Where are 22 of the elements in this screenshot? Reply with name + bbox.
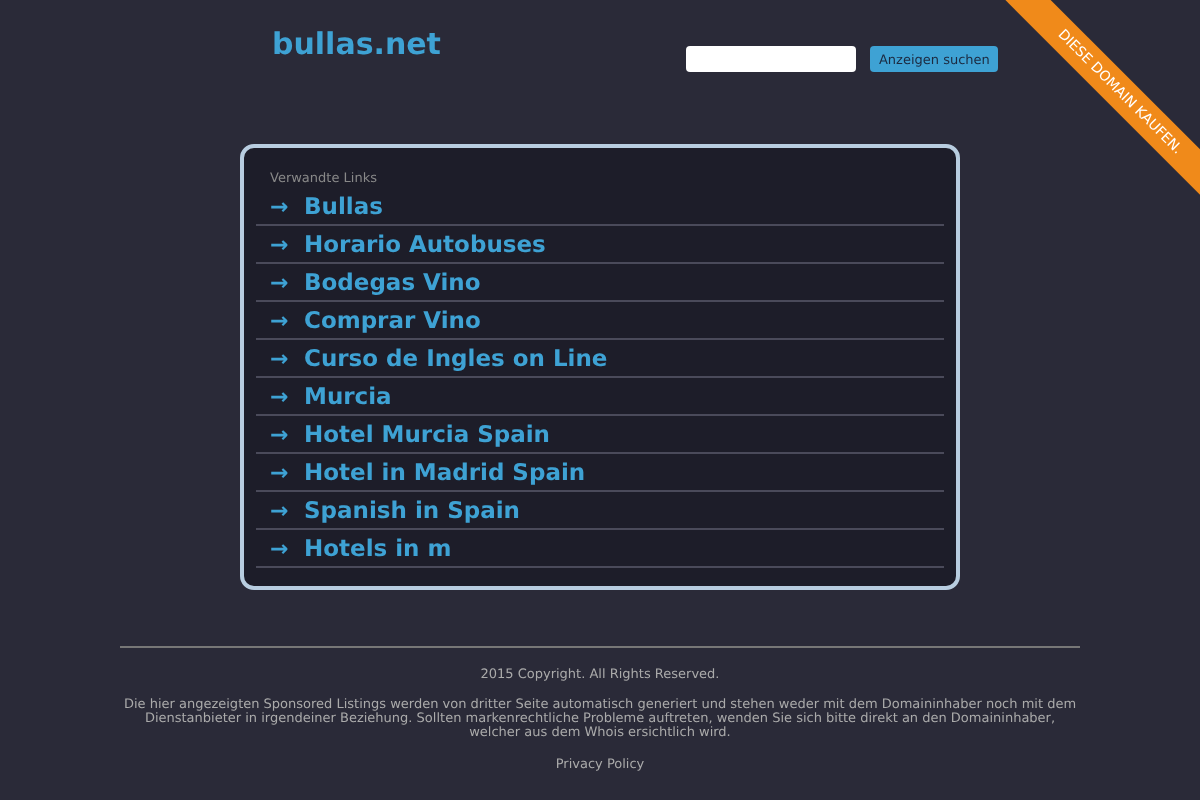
related-link[interactable]: Hotel Murcia Spain [304,420,550,448]
related-link[interactable]: Horario Autobuses [304,230,546,258]
arrow-icon: → [270,497,304,523]
arrow-icon: → [270,535,304,561]
arrow-icon: → [270,193,304,219]
related-link[interactable]: Curso de Ingles on Line [304,344,608,372]
related-link[interactable]: Murcia [304,382,392,410]
related-link[interactable]: Hotel in Madrid Spain [304,458,586,486]
arrow-icon: → [270,459,304,485]
related-link[interactable]: Bullas [304,192,383,220]
related-link[interactable]: Hotels in m [304,534,452,562]
arrow-icon: → [270,383,304,409]
arrow-icon: → [270,345,304,371]
arrow-icon: → [270,231,304,257]
arrow-icon: → [270,307,304,333]
arrow-icon: → [270,421,304,447]
related-link[interactable]: Comprar Vino [304,306,481,334]
search-field[interactable] [686,46,857,72]
related-link[interactable]: Bodegas Vino [304,268,481,296]
related-link[interactable]: Spanish in Spain [304,496,520,524]
site-logo[interactable]: bullas.net [272,26,441,62]
arrow-icon: → [270,269,304,295]
